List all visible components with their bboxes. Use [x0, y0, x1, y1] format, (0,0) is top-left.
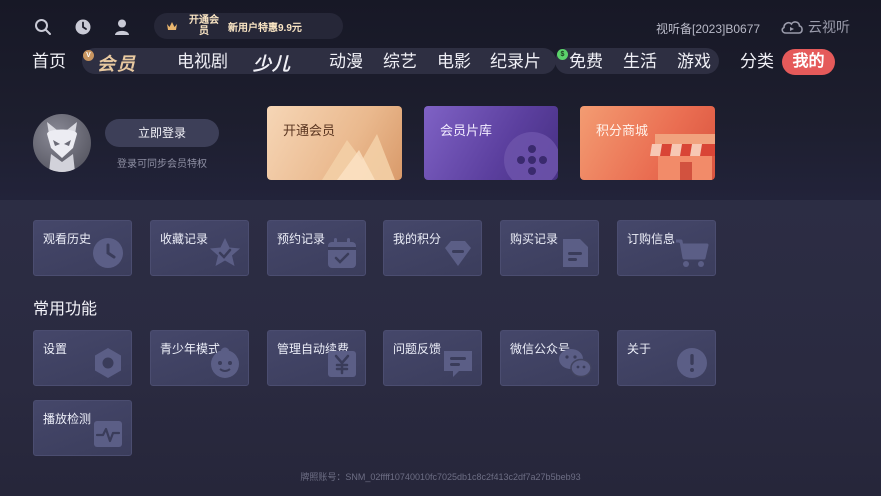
tile-settings[interactable]: 设置: [33, 330, 132, 386]
tile-label: 播放检测: [43, 412, 92, 426]
yen-icon: [328, 351, 356, 377]
nav-group-vip-pill: [82, 48, 556, 74]
tile-subscriptions[interactable]: 订购信息: [617, 220, 716, 276]
license-account-id: 牌照账号：SNM_02ffff10740010fc7025db1c8c2f413…: [300, 472, 581, 482]
tile-label: 观看历史: [43, 232, 92, 246]
crown-icon: [167, 22, 177, 30]
free-badge-icon: $: [557, 49, 568, 60]
fox-avatar-icon: [47, 122, 77, 172]
tile-purchases[interactable]: 购买记录: [500, 220, 599, 276]
tile-feedback[interactable]: 问题反馈: [383, 330, 482, 386]
card-open-vip-title: 开通会员: [283, 123, 336, 138]
brand-logo: 云视听: [780, 17, 850, 37]
nav-vip[interactable]: 会员: [97, 50, 137, 76]
diamond-icon: [445, 241, 471, 266]
tile-label: 关于: [627, 342, 652, 356]
cloud-icon: [781, 21, 803, 34]
film-reel-icon: [504, 132, 558, 180]
wechat-icon: [559, 349, 592, 378]
history-icon[interactable]: [73, 17, 93, 37]
license-number: 视听备[2023]B0677: [656, 22, 761, 36]
nav-mine[interactable]: 我的: [782, 49, 835, 75]
crown-art-icon: [322, 134, 395, 180]
tile-label: 我的积分: [393, 232, 442, 246]
info-icon: [677, 348, 707, 378]
nav-home[interactable]: 首页: [32, 52, 66, 72]
tile-wechat[interactable]: 微信公众号: [500, 330, 599, 386]
promo-open-label: 开通会员: [189, 15, 219, 37]
avatar[interactable]: [33, 114, 91, 172]
card-open-vip[interactable]: 开通会员: [267, 106, 402, 180]
nav-variety[interactable]: 综艺: [383, 52, 417, 72]
tile-label: 预约记录: [277, 232, 326, 246]
tile-reservations[interactable]: 预约记录: [267, 220, 366, 276]
tile-watch-history[interactable]: 观看历史: [33, 220, 132, 276]
tile-my-points[interactable]: 我的积分: [383, 220, 482, 276]
tile-auto-renew[interactable]: 管理自动续费: [267, 330, 366, 386]
nav-life[interactable]: 生活: [623, 52, 657, 72]
login-hint: 登录可同步会员特权: [117, 159, 207, 170]
card-vip-library-title: 会员片库: [440, 123, 493, 138]
card-vip-library[interactable]: 会员片库: [424, 106, 558, 180]
vip-badge-icon: V: [83, 50, 94, 61]
pulse-icon: [94, 421, 122, 447]
feedback-icon: [444, 351, 472, 377]
nav-free[interactable]: 免费: [569, 52, 603, 72]
document-icon: [563, 239, 588, 267]
tile-playback-check[interactable]: 播放检测: [33, 400, 132, 456]
cart-icon: [676, 239, 709, 267]
card-points-mall-title: 积分商城: [596, 123, 649, 138]
vip-promo-banner[interactable]: 开通会员 新用户特惠9.9元: [154, 13, 343, 39]
nav-kids[interactable]: 少儿: [253, 50, 291, 76]
nav-category[interactable]: 分类: [740, 52, 774, 72]
tile-label: 设置: [43, 342, 68, 356]
settings-icon: [95, 348, 121, 378]
nav-tv[interactable]: 电视剧: [177, 52, 228, 72]
tile-teen-mode[interactable]: 青少年模式: [150, 330, 249, 386]
shop-icon: [650, 134, 715, 180]
nav-documentary[interactable]: 纪录片: [490, 52, 541, 72]
star-icon: [210, 238, 240, 266]
tile-label: 收藏记录: [160, 232, 209, 246]
login-button[interactable]: 立即登录: [105, 119, 219, 147]
tile-favorites[interactable]: 收藏记录: [150, 220, 249, 276]
clock-icon: [93, 238, 123, 268]
child-icon: [211, 347, 239, 378]
user-icon[interactable]: [112, 17, 132, 37]
section-title-common-functions: 常用功能: [33, 301, 98, 318]
calendar-icon: [328, 238, 356, 268]
nav-anime[interactable]: 动漫: [329, 52, 363, 72]
search-icon[interactable]: [33, 17, 53, 37]
card-points-mall[interactable]: 积分商城: [580, 106, 715, 180]
tile-label: 问题反馈: [393, 342, 442, 356]
tile-label: 购买记录: [510, 232, 559, 246]
brand-name: 云视听: [808, 19, 850, 35]
promo-deal-label: 新用户特惠9.9元: [228, 22, 302, 34]
nav-movie[interactable]: 电影: [437, 52, 471, 72]
tile-label: 订购信息: [627, 232, 676, 246]
tile-about[interactable]: 关于: [617, 330, 716, 386]
nav-game[interactable]: 游戏: [677, 52, 711, 72]
